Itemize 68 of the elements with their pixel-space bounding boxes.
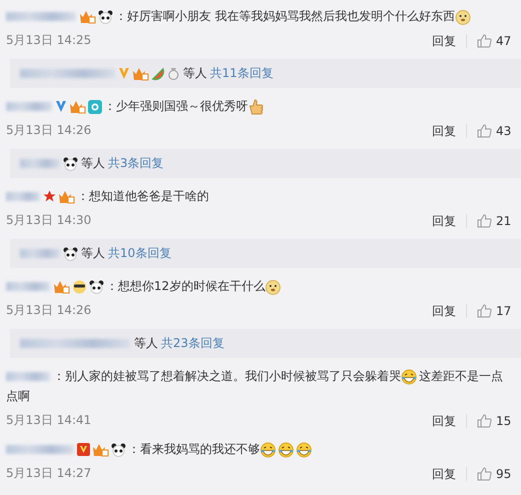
thumbs-up-icon [477,304,492,318]
thumbs-up-icon [477,124,492,138]
comment-text: ：看来我妈骂的我还不够 [6,439,521,459]
blurred-username [6,372,50,382]
crown-badge-icon [53,280,70,294]
others-label: 等人 [81,155,105,172]
thumbs-up-icon [248,98,263,115]
reply-link[interactable]: 回复 [422,214,467,228]
blurred-username [6,102,52,112]
like-button[interactable]: 43 [467,124,521,138]
comment-time: 5月13日 14:27 [6,465,92,482]
laughing-face-icon [260,442,276,458]
verified-badge-icon [55,100,67,114]
thumbs-up-icon [477,466,492,480]
blurred-username [6,12,76,22]
blurred-username [6,192,40,202]
sunglasses-face-icon [72,280,87,294]
panda-icon [89,280,104,294]
crown-badge-icon [69,100,86,114]
laughing-face-icon [296,442,312,458]
star-icon [43,190,56,204]
like-button[interactable]: 47 [467,34,521,48]
crown-badge-icon [132,66,149,80]
like-button[interactable]: 21 [467,214,521,228]
verified-badge-icon [118,67,130,80]
blurred-username [6,445,74,454]
panda-icon [98,10,113,24]
blurred-username [20,249,60,258]
crown-badge-icon [79,10,96,24]
others-label: 等人 [134,335,158,352]
blurred-username [20,159,60,168]
like-button[interactable]: 15 [467,414,521,428]
reply-link[interactable]: 回复 [422,414,467,428]
thumbs-up-icon [477,34,492,48]
thumbs-up-icon [477,214,492,228]
like-button[interactable]: 17 [467,304,521,318]
like-button[interactable]: 95 [467,466,521,480]
verified-badge-icon [77,443,90,456]
others-label: 等人 [183,65,207,82]
reply-link[interactable]: 回复 [422,34,467,48]
dog-face-icon [454,8,471,25]
blurred-username [6,282,50,292]
comment-time: 5月13日 14:26 [6,122,92,139]
panda-icon [63,156,78,170]
thumbs-up-icon [477,414,492,428]
comment-time: 5月13日 14:25 [6,32,92,49]
reply-link[interactable]: 回复 [422,124,467,138]
watermelon-icon [151,66,165,80]
panda-icon [63,246,78,260]
comment-text: ：少年强则国强～很优秀呀 [6,96,521,116]
laughing-face-icon [401,368,417,385]
panda-icon [111,442,126,457]
crown-badge-icon [92,442,109,457]
crown-badge-icon [58,190,75,204]
comment-time: 5月13日 14:26 [6,302,92,319]
comment-text: ：想想你12岁的时候在干什么 [6,276,521,296]
reply-link[interactable]: 回复 [422,304,467,318]
laughing-face-icon [278,442,294,458]
reply-link[interactable]: 回复 [422,466,467,480]
comment-time: 5月13日 14:41 [6,412,92,429]
comment-time: 5月13日 14:30 [6,212,92,229]
medal-icon [167,66,180,80]
comment-text: ：想知道他爸爸是干啥的 [6,186,521,206]
comment-text: ：好厉害啊小朋友 我在等我妈妈骂我然后我也发明个什么好东西 [6,6,521,26]
camera-icon [88,100,102,114]
dog-face-icon [265,278,282,295]
comment-text: ：别人家的娃被骂了想着解决之道。我们小时候被骂了只会躲着哭 这差距不是一点点啊 [6,368,504,405]
others-label: 等人 [81,245,105,262]
